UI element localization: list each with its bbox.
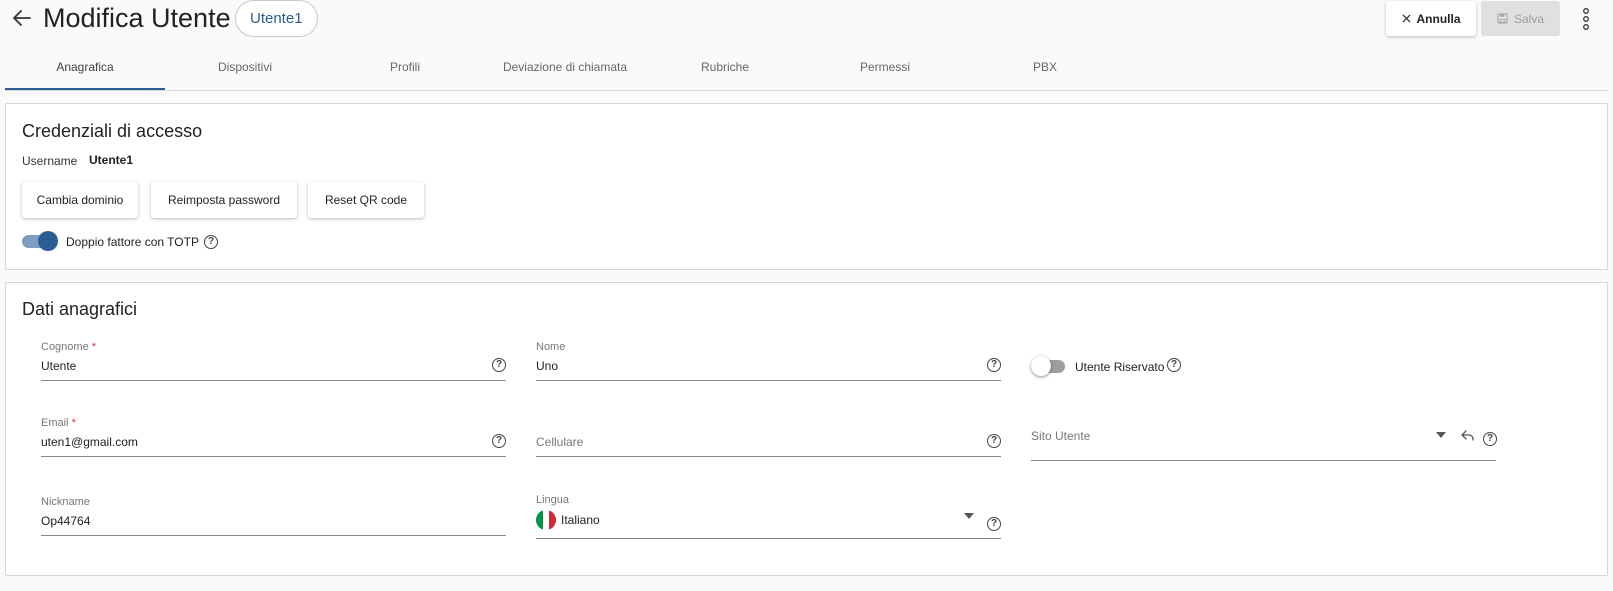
mobile-placeholder[interactable]: Cellulare	[536, 435, 583, 449]
tab-pbx[interactable]: PBX	[965, 50, 1125, 90]
name-help-icon[interactable]: ?	[987, 358, 1001, 372]
tab-bar: Anagrafica Dispositivi Profili Deviazion…	[5, 50, 1608, 91]
save-icon	[1497, 13, 1508, 24]
chevron-down-icon[interactable]	[1436, 432, 1446, 438]
italy-flag-icon	[536, 510, 556, 530]
save-button[interactable]: Salva	[1481, 1, 1560, 36]
language-label: Lingua	[536, 494, 570, 506]
mobile-field[interactable]: Cellulare ?	[536, 417, 1001, 457]
email-field[interactable]: Email * uten1@gmail.com ?	[41, 417, 506, 457]
name-field[interactable]: Nome Uno ?	[536, 341, 1001, 381]
page-header: Modifica Utente Utente1 Annulla Salva	[0, 0, 1613, 40]
surname-value[interactable]: Utente	[41, 359, 76, 373]
tab-anagrafica[interactable]: Anagrafica	[5, 50, 165, 90]
nickname-value[interactable]: Op44764	[41, 514, 90, 528]
language-help-icon[interactable]: ?	[987, 517, 1001, 531]
nickname-label: Nickname	[41, 496, 90, 508]
tab-rubriche[interactable]: Rubriche	[645, 50, 805, 90]
chevron-down-icon[interactable]	[964, 513, 974, 519]
cancel-button[interactable]: Annulla	[1386, 1, 1476, 36]
tab-profili[interactable]: Profili	[325, 50, 485, 90]
email-label: Email *	[41, 417, 76, 429]
close-icon	[1401, 14, 1411, 23]
language-select[interactable]: Lingua Italiano ?	[536, 494, 1001, 539]
reset-password-button[interactable]: Reimposta password	[151, 182, 297, 218]
personal-data-card: Dati anagrafici Cognome * Utente ? Nome …	[5, 282, 1608, 576]
mobile-help-icon[interactable]: ?	[987, 434, 1001, 448]
surname-label: Cognome *	[41, 341, 97, 353]
page-title: Modifica Utente	[43, 3, 231, 33]
language-value[interactable]: Italiano	[561, 513, 600, 527]
username-label: Username	[22, 154, 78, 168]
totp-help-icon[interactable]: ?	[204, 235, 218, 249]
name-value[interactable]: Uno	[536, 359, 558, 373]
username-value: Utente1	[89, 153, 134, 167]
user-site-help-icon[interactable]: ?	[1483, 432, 1497, 446]
surname-field[interactable]: Cognome * Utente ?	[41, 341, 506, 381]
reserved-user-toggle-thumb	[1031, 356, 1051, 376]
reset-qr-code-button[interactable]: Reset QR code	[308, 182, 424, 218]
user-site-select[interactable]: Sito Utente ?	[1031, 415, 1497, 461]
user-site-placeholder[interactable]: Sito Utente	[1031, 429, 1090, 443]
totp-toggle-thumb	[38, 231, 58, 251]
undo-icon[interactable]	[1460, 429, 1476, 443]
personal-data-title: Dati anagrafici	[22, 299, 138, 319]
totp-label: Doppio fattore con TOTP	[66, 235, 199, 249]
user-chip: Utente1	[235, 0, 318, 37]
save-button-label: Salva	[1513, 11, 1545, 26]
reserved-user-toggle[interactable]	[1031, 356, 1067, 376]
cancel-button-label: Annulla	[1416, 11, 1461, 26]
back-arrow-icon[interactable]	[10, 6, 34, 30]
tab-deviazione-di-chiamata[interactable]: Deviazione di chiamata	[485, 50, 645, 90]
name-label: Nome	[536, 341, 566, 353]
reserved-user-help-icon[interactable]: ?	[1167, 358, 1181, 372]
credentials-card: Credenziali di accesso Username Utente1 …	[5, 103, 1608, 270]
more-vert-icon[interactable]	[1578, 6, 1594, 32]
change-domain-button[interactable]: Cambia dominio	[22, 182, 138, 218]
email-value[interactable]: uten1@gmail.com	[41, 435, 138, 449]
tab-permessi[interactable]: Permessi	[805, 50, 965, 90]
reserved-user-label: Utente Riservato	[1075, 360, 1165, 374]
totp-toggle[interactable]	[22, 231, 58, 251]
credentials-title: Credenziali di accesso	[22, 121, 203, 141]
tab-dispositivi[interactable]: Dispositivi	[165, 50, 325, 90]
email-help-icon[interactable]: ?	[492, 434, 506, 448]
nickname-field[interactable]: Nickname Op44764	[41, 496, 506, 536]
surname-help-icon[interactable]: ?	[492, 358, 506, 372]
